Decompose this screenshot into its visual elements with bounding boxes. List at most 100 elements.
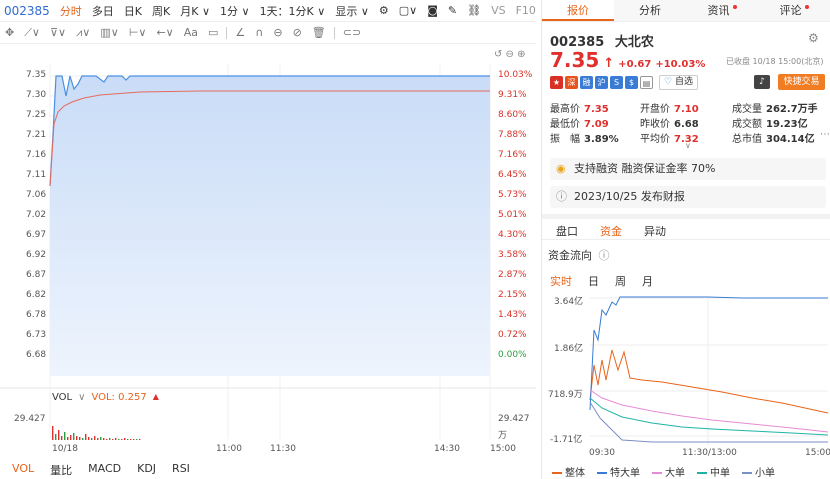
subtab-capital[interactable]: 资金: [600, 223, 622, 239]
tab-multiday[interactable]: 多日: [87, 3, 119, 19]
y-tick-right: 3.58%: [498, 250, 527, 260]
margin-info-text: 支持融资 融资保证金率 70%: [574, 162, 716, 175]
y-tick-right: 0.00%: [498, 350, 527, 360]
subtab-anomaly[interactable]: 异动: [644, 223, 666, 239]
pen-icon[interactable]: ✎: [443, 4, 462, 17]
flow-tab-realtime[interactable]: 实时: [550, 273, 572, 289]
y-tick-left: 7.35: [26, 70, 47, 80]
flow-tab-week[interactable]: 周: [615, 273, 626, 289]
more-icon[interactable]: ⋯: [820, 129, 830, 140]
flow-tab-day[interactable]: 日: [588, 273, 599, 289]
volume-bar: [67, 437, 69, 440]
camera-icon[interactable]: ◙: [422, 4, 443, 17]
earnings-info-text: 2023/10/25 发布财报: [574, 190, 685, 203]
legend-item[interactable]: 大单: [652, 464, 685, 479]
stat-item: 总市值 304.14亿: [732, 130, 815, 145]
stat-label: 最低价: [550, 119, 580, 130]
y-tick-left: 6.87: [26, 270, 47, 280]
comment-icon[interactable]: ▭: [203, 26, 223, 39]
legend-item[interactable]: 小单: [742, 464, 775, 479]
x-label-1130: 11:30: [270, 444, 296, 454]
price-change-pct: +10.03%: [655, 59, 706, 70]
line-tool-icon[interactable]: ⟋∨: [19, 26, 45, 40]
flow-tab-month[interactable]: 月: [642, 273, 653, 289]
measure-tool-icon[interactable]: ⊢∨: [124, 26, 152, 39]
y-tick-right: 8.60%: [498, 110, 527, 120]
tab-vol[interactable]: VOL: [12, 462, 34, 479]
legend-item[interactable]: 整体: [552, 464, 585, 479]
tab-analysis[interactable]: 分析: [614, 0, 686, 21]
volume-bar: [121, 439, 123, 440]
ruler-icon[interactable]: ∠: [230, 26, 250, 39]
text-tool-icon[interactable]: Aa: [179, 26, 203, 39]
volume-bar: [115, 438, 117, 440]
drawing-toolbar: ✥ ⟋∨ ⊽∨ ⩘∨ ▥∨ ⊢∨ ←∨ Aa ▭ ∠ ∩ ⊖ ⊘ 🗑 ⊂⊃: [0, 22, 536, 44]
volume-bar: [73, 433, 75, 440]
tab-quote[interactable]: 报价: [542, 0, 614, 21]
info-icon[interactable]: ⓘ: [599, 249, 610, 262]
tab-1min[interactable]: 1分 ∨: [215, 3, 255, 19]
tab-volume-ratio[interactable]: 量比: [50, 462, 72, 479]
market-status: 已收盘 10/18 15:00(北京): [726, 57, 824, 66]
quick-trade-button[interactable]: 快捷交易: [778, 74, 825, 90]
volume-bars: [52, 426, 141, 440]
subtab-orderbook[interactable]: 盘口: [556, 223, 578, 239]
y-tick-right: 10.03%: [498, 70, 533, 80]
gear-icon[interactable]: ⚙: [374, 4, 394, 17]
legend-item[interactable]: 特大单: [597, 464, 640, 479]
legend-item[interactable]: 中单: [697, 464, 730, 479]
display-select[interactable]: 显示 ∨: [330, 3, 374, 19]
toggle-icon[interactable]: ⊂⊃: [338, 26, 366, 39]
lock-icon[interactable]: ⊖: [268, 26, 287, 39]
channel-tool-icon[interactable]: ⊽∨: [45, 26, 71, 39]
volume-bar: [127, 439, 129, 440]
magnet-icon[interactable]: ∩: [250, 26, 268, 39]
doc-icon[interactable]: ▤: [640, 76, 653, 89]
tab-daily-k[interactable]: 日K: [119, 3, 147, 19]
y-tick-right: 5.73%: [498, 190, 527, 200]
vol-unit: 万: [498, 431, 508, 441]
volume-bar: [124, 438, 126, 440]
hide-icon[interactable]: ⊘: [288, 26, 307, 39]
vs-button[interactable]: VS: [486, 4, 511, 17]
tab-comments[interactable]: 评论: [758, 0, 830, 21]
volume-bar: [112, 439, 114, 440]
y-tick-right: 2.15%: [498, 290, 527, 300]
tab-kdj[interactable]: KDJ: [137, 462, 156, 479]
tab-news[interactable]: 资讯: [686, 0, 758, 21]
volume-bar: [91, 438, 93, 440]
period-select[interactable]: 1天：1分K ∨: [255, 3, 331, 19]
tab-weekly-k[interactable]: 周K: [147, 3, 175, 19]
link-icon[interactable]: ⛓: [462, 4, 486, 17]
vol-chevron-icon[interactable]: ∨: [78, 392, 85, 403]
square-icon[interactable]: ▢∨: [394, 4, 422, 17]
f10-button[interactable]: F10: [511, 4, 541, 17]
period-toolbar: 002385 分时 多日 日K 周K 月K ∨ 1分 ∨ 1天：1分K ∨ 显示…: [0, 0, 536, 22]
earnings-info[interactable]: ⓘ 2023/10/25 发布财报: [550, 186, 826, 208]
move-icon[interactable]: ✥: [0, 26, 19, 39]
flow-title: 资金流向 ⓘ: [548, 247, 610, 263]
stat-item: 成交量 262.7万手: [732, 100, 818, 115]
margin-info[interactable]: ◉ 支持融资 融资保证金率 70%: [550, 158, 826, 180]
tab-macd[interactable]: MACD: [88, 462, 121, 479]
quote-panel: 报价 分析 资讯 评论 002385 大北农 ⚙ 7.35 ↑ +0.67 +1…: [541, 0, 830, 479]
volume-bar: [88, 437, 90, 440]
volume-bar: [55, 434, 57, 440]
stat-value: 7.10: [674, 104, 699, 115]
settings-icon[interactable]: ⚙: [808, 31, 819, 45]
tab-rsi[interactable]: RSI: [172, 462, 190, 479]
arrow-tool-icon[interactable]: ←∨: [151, 26, 178, 39]
bell-icon[interactable]: ♪: [754, 75, 770, 89]
tab-timeshare[interactable]: 分时: [55, 3, 87, 19]
chart-controls[interactable]: ↺ ⊖ ⊕: [494, 49, 526, 60]
wave-tool-icon[interactable]: ⩘∨: [71, 26, 95, 40]
badge-margin: 融: [580, 76, 593, 89]
y-tick-left: 7.21: [26, 130, 47, 140]
fib-tool-icon[interactable]: ▥∨: [95, 26, 123, 39]
trash-icon[interactable]: 🗑: [307, 26, 331, 39]
add-watchlist-button[interactable]: ♡ 自选: [659, 75, 698, 90]
tab-monthly-k[interactable]: 月K ∨: [175, 3, 215, 19]
expand-chevron-icon[interactable]: ∨: [685, 141, 691, 150]
tag-row: ★ 深 融 沪 S $ ▤ ♡ 自选: [550, 75, 698, 90]
y-tick-right: 6.45%: [498, 170, 527, 180]
